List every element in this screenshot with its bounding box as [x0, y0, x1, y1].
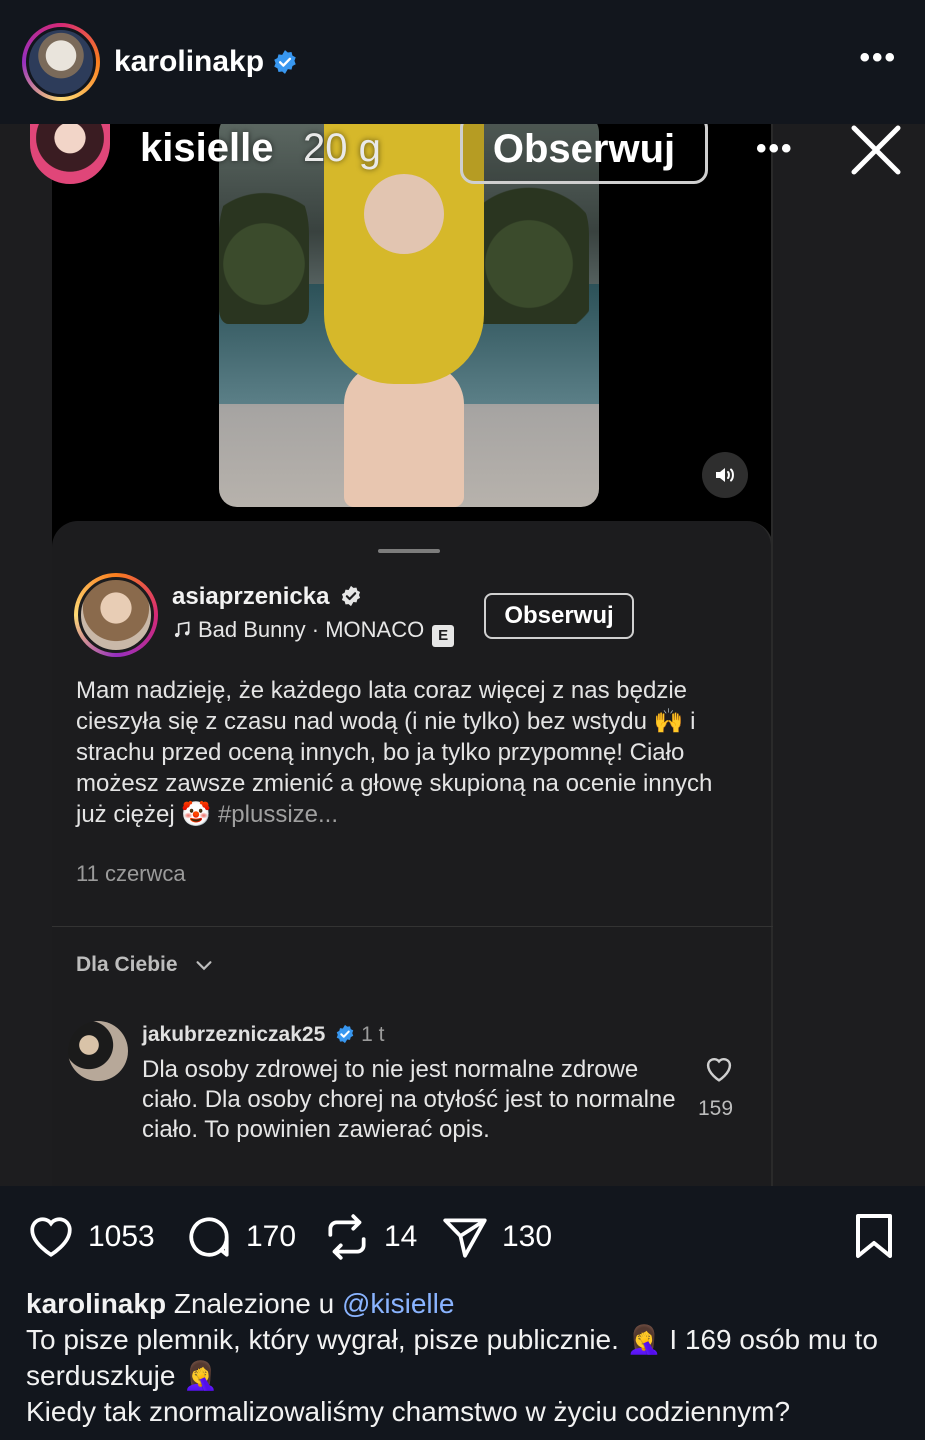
repost-icon [328, 1214, 366, 1260]
post-follow-button[interactable]: Obserwuj [484, 593, 634, 639]
share-count: 130 [502, 1220, 553, 1253]
more-icon[interactable]: ••• [859, 43, 897, 73]
comment-avatar[interactable] [68, 1021, 128, 1081]
share-icon [443, 1218, 487, 1258]
comment-like-icon[interactable] [702, 1053, 736, 1083]
comment-like-count: 159 [698, 1097, 734, 1120]
post-caption: Mam nadzieję, że każdego lata coraz więc… [76, 677, 713, 828]
caption-line-1: karolinakp Znalezione u @kisielle [26, 1288, 455, 1319]
author-avatar[interactable] [22, 23, 100, 101]
repost-button[interactable]: 14 [322, 1212, 417, 1262]
verified-icon [336, 1024, 354, 1044]
bookmark-icon[interactable] [852, 1212, 896, 1260]
story-follow-button[interactable]: Obserwuj [460, 124, 708, 184]
comment-button[interactable]: 170 [184, 1212, 296, 1262]
post-header: karolinakp ••• [0, 0, 925, 124]
caption-line-2: To pisze plemnik, który wygrał, pisze pu… [26, 1324, 878, 1391]
like-count: 1053 [88, 1220, 155, 1253]
story-time: 20 g [303, 126, 381, 170]
post-date: 11 czerwca [76, 861, 186, 886]
sound-icon[interactable] [702, 452, 748, 498]
post-author-username[interactable]: asiaprzenicka [172, 583, 362, 611]
story-more-icon[interactable]: ••• [756, 132, 794, 166]
close-icon[interactable] [848, 124, 904, 178]
author-username[interactable]: karolinakp [114, 45, 264, 79]
caption-line-3: Kiedy tak znormalizowaliśmy chamstwo w ż… [26, 1396, 791, 1427]
verified-icon [272, 49, 298, 75]
story-top-bar: kisielle 20 g Obserwuj ••• [0, 124, 925, 194]
post-author-avatar[interactable] [74, 573, 158, 657]
mention-link[interactable]: @kisielle [342, 1288, 454, 1319]
story-username[interactable]: kisielle [140, 126, 273, 171]
post-music[interactable]: Bad Bunny · MONACO E [172, 617, 455, 647]
heart-icon [30, 1217, 72, 1257]
divider [52, 926, 773, 927]
share-button[interactable]: 130 [440, 1212, 552, 1262]
like-button[interactable]: 1053 [26, 1212, 155, 1262]
chevron-down-icon [196, 961, 212, 971]
action-bar: 1053 170 14 130 [0, 1186, 925, 1286]
comment-text: Dla osoby zdrowej to nie jest normalne z… [142, 1056, 676, 1143]
explicit-badge: E [432, 625, 455, 647]
verified-icon [342, 585, 361, 607]
post-caption-block: karolinakp Znalezione u @kisielle To pis… [26, 1286, 906, 1430]
comments-sheet: asiaprzenicka Bad Bunny · MONACO E Obserw… [52, 521, 773, 1186]
hashtag-link[interactable]: #plussize... [218, 801, 338, 828]
caption-username[interactable]: karolinakp [26, 1288, 166, 1319]
repost-count: 14 [384, 1220, 418, 1253]
comment-username[interactable]: jakubrzezniczak25 1 t [142, 1023, 384, 1047]
embedded-screenshot: kisielle 20 g Obserwuj ••• asiaprzenicka… [0, 124, 925, 1186]
comment-icon [189, 1217, 229, 1257]
comment-count: 170 [246, 1220, 297, 1253]
story-avatar[interactable] [30, 124, 110, 184]
sheet-grabber[interactable] [378, 549, 440, 553]
comment-filter-dropdown[interactable]: Dla Ciebie [76, 953, 215, 977]
music-note-icon [174, 621, 190, 638]
comment-time: 1 t [361, 1023, 385, 1046]
